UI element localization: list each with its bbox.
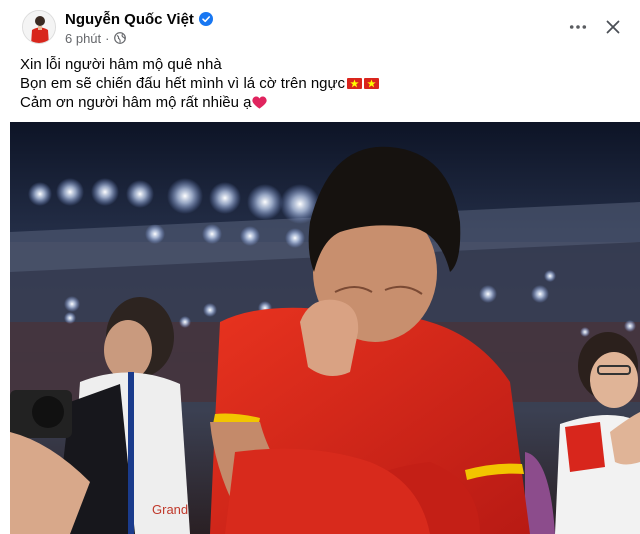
post-photo[interactable]: Grand <box>10 122 640 534</box>
more-options-icon <box>569 25 587 29</box>
facebook-post: Nguyễn Quốc Việt 6 phút · Xin lỗi người … <box>10 0 640 534</box>
red-heart-icon <box>252 96 268 110</box>
post-line-1-text: Xin lỗi người hâm mộ quê nhà <box>20 56 222 73</box>
close-button[interactable] <box>600 14 626 40</box>
more-options-button[interactable] <box>565 14 591 40</box>
author-name[interactable]: Nguyễn Quốc Việt <box>65 11 194 28</box>
photo-brand-text: Grand <box>152 502 188 517</box>
vietnam-flag-icon <box>347 78 363 89</box>
vietnam-flag-icon <box>364 78 380 89</box>
author-avatar[interactable] <box>22 10 56 44</box>
author-row: Nguyễn Quốc Việt <box>65 10 213 28</box>
post-line-2-text: Bọn em sẽ chiến đấu hết mình vì lá cờ tr… <box>20 75 346 92</box>
verified-badge-icon <box>198 12 213 26</box>
post-time[interactable]: 6 phút <box>65 31 101 46</box>
avatar-image <box>23 11 55 43</box>
post-line-2: Bọn em sẽ chiến đấu hết mình vì lá cờ tr… <box>20 74 620 93</box>
post-line-3-text: Cảm ơn người hâm mộ rất nhiều ạ <box>20 94 252 111</box>
post-line-1: Xin lỗi người hâm mộ quê nhà <box>20 55 620 74</box>
globe-icon[interactable] <box>113 32 126 44</box>
post-meta: 6 phút · <box>65 30 126 46</box>
post-header: Nguyễn Quốc Việt 6 phút · <box>10 0 640 52</box>
close-icon <box>606 20 620 34</box>
meta-separator: · <box>105 30 110 46</box>
post-line-3: Cảm ơn người hâm mộ rất nhiều ạ <box>20 93 620 112</box>
stadium-photo: Grand <box>10 122 640 534</box>
post-message: Xin lỗi người hâm mộ quê nhà Bọn em sẽ c… <box>20 55 620 112</box>
